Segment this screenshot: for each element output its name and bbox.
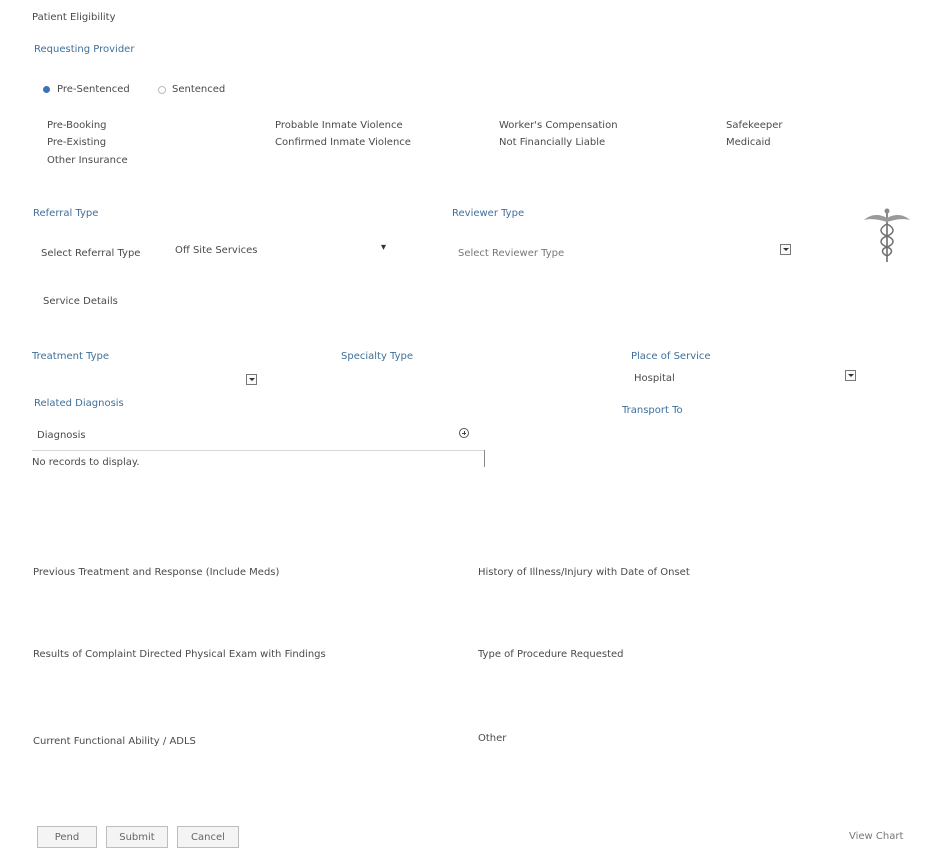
flag-safekeeper[interactable]: Safekeeper <box>726 120 783 131</box>
procedure-label: Type of Procedure Requested <box>478 649 624 660</box>
flag-medicaid[interactable]: Medicaid <box>726 137 771 148</box>
service-details-label: Service Details <box>43 296 118 307</box>
flag-other-insurance[interactable]: Other Insurance <box>47 155 128 166</box>
reviewer-dropdown-button[interactable] <box>780 244 791 255</box>
sentenced-radio[interactable] <box>158 86 166 94</box>
select-referral-type-label: Select Referral Type <box>41 248 141 259</box>
view-chart-link[interactable]: View Chart <box>849 831 903 842</box>
add-diagnosis-icon[interactable] <box>459 428 469 438</box>
history-label: History of Illness/Injury with Date of O… <box>478 567 690 578</box>
reviewer-type-select[interactable]: Select Reviewer Type <box>458 248 564 259</box>
treatment-dropdown-button[interactable] <box>246 374 257 385</box>
diagnosis-column-header: Diagnosis <box>37 430 86 441</box>
diagnosis-grid-divider <box>32 450 484 451</box>
diagnosis-empty-message: No records to display. <box>32 457 140 468</box>
requesting-provider-label: Requesting Provider <box>34 44 135 55</box>
pre-sentenced-label: Pre-Sentenced <box>57 84 130 95</box>
flag-workers-compensation[interactable]: Worker's Compensation <box>499 120 618 131</box>
flag-pre-booking[interactable]: Pre-Booking <box>47 120 107 131</box>
referral-dropdown-arrow-icon[interactable]: ▾ <box>381 242 386 253</box>
previous-treatment-label: Previous Treatment and Response (Include… <box>33 567 280 578</box>
specialty-type-label: Specialty Type <box>341 351 414 362</box>
results-label: Results of Complaint Directed Physical E… <box>33 649 326 660</box>
other-label: Other <box>478 733 507 744</box>
pre-sentenced-radio[interactable] <box>43 86 50 93</box>
cancel-button[interactable]: Cancel <box>177 826 239 848</box>
flag-probable-inmate-violence[interactable]: Probable Inmate Violence <box>275 120 403 131</box>
place-of-service-label: Place of Service <box>631 351 711 362</box>
place-of-service-select[interactable]: Hospital <box>634 373 675 384</box>
place-dropdown-button[interactable] <box>845 370 856 381</box>
flag-pre-existing[interactable]: Pre-Existing <box>47 137 106 148</box>
flag-confirmed-inmate-violence[interactable]: Confirmed Inmate Violence <box>275 137 411 148</box>
page-title: Patient Eligibility <box>32 12 116 23</box>
flag-not-financially-liable[interactable]: Not Financially Liable <box>499 137 605 148</box>
sentenced-label: Sentenced <box>172 84 226 95</box>
treatment-type-select[interactable] <box>32 370 257 386</box>
related-diagnosis-label: Related Diagnosis <box>34 398 124 409</box>
referral-type-label: Referral Type <box>33 208 99 219</box>
treatment-type-label: Treatment Type <box>32 351 110 362</box>
diagnosis-grid-edge <box>484 450 485 467</box>
reviewer-type-label: Reviewer Type <box>452 208 525 219</box>
transport-to-label: Transport To <box>622 405 683 416</box>
functional-ability-label: Current Functional Ability / ADLS <box>33 736 196 747</box>
pend-button[interactable]: Pend <box>37 826 97 848</box>
caduceus-icon <box>862 206 912 264</box>
referral-type-select[interactable]: Off Site Services <box>175 245 258 256</box>
submit-button[interactable]: Submit <box>106 826 168 848</box>
